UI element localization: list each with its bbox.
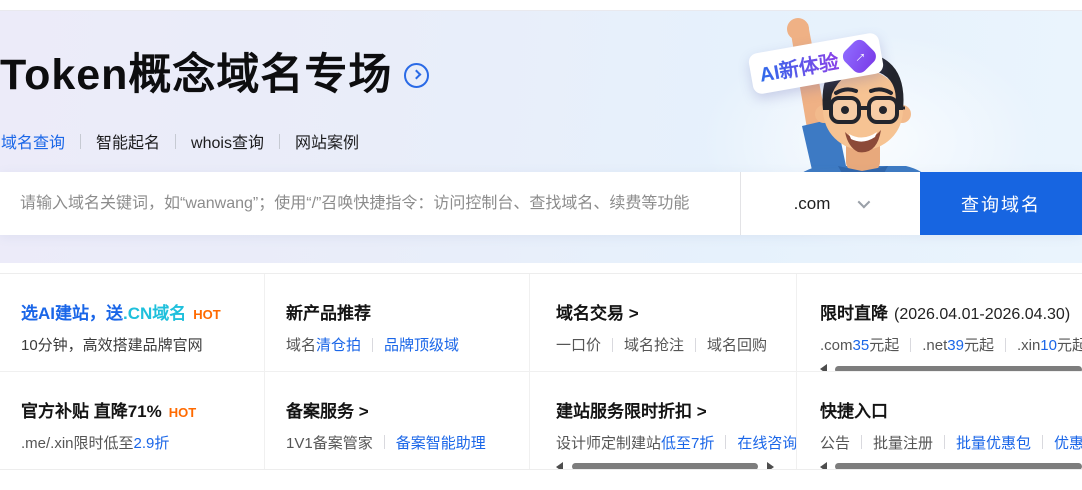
link-fixed-price[interactable]: 一口价 [556, 334, 601, 355]
separator [1042, 435, 1044, 449]
subsidy-discount[interactable]: 2.9折 [134, 432, 170, 453]
nav-separator [80, 133, 82, 149]
card-new-products: 新产品推荐 域名 清仓拍 品牌顶级域 [265, 274, 530, 372]
discount-date-range: (2026.04.01-2026.04.30) [894, 306, 1071, 323]
designer-discount[interactable]: 低至7折 [661, 432, 714, 453]
link-online-consult[interactable]: 在线咨询 [737, 432, 796, 453]
card-title-link[interactable]: 备案服务 > [286, 397, 515, 422]
separator [1004, 337, 1006, 352]
card-limited-discount: 限时直降 (2026.04.01-2026.04.30) .com35元起 .ne… [797, 274, 1082, 372]
card-title-link[interactable]: 域名交易 > [556, 299, 782, 324]
page: AI新体验 → Token概念域名专场 域名查询 智能起名 whois查询 网站… [0, 0, 1082, 490]
card-title: 新产品推荐 [286, 304, 371, 323]
nav-domain-search[interactable]: 域名查询 [1, 129, 65, 153]
nav-separator [175, 133, 177, 149]
link-brand-tld[interactable]: 品牌顶级域 [384, 334, 459, 355]
card-title: 限时直降 (2026.04.01-2026.04.30) [820, 304, 1071, 323]
link-icp-ai-assistant[interactable]: 备案智能助理 [396, 432, 486, 453]
card-subtitle: 10分钟，高效搭建品牌官网 [21, 337, 203, 354]
link-buyback[interactable]: 域名回购 [707, 334, 767, 355]
card-official-subsidy: 官方补贴 直降71% HOT .me/.xin限时低至 2.9折 [0, 371, 265, 469]
hot-badge: HOT [193, 307, 221, 322]
card-title: 官方补贴 直降71% HOT [21, 401, 197, 421]
page-title: Token概念域名专场 [0, 51, 393, 99]
title-row: Token概念域名专场 [0, 50, 430, 102]
subsidy-text: .me/.xin限时低至 [21, 434, 134, 452]
card-title-link[interactable]: 建站服务限时折扣 > [556, 397, 782, 422]
horizontal-scrollbar [820, 364, 1082, 371]
hot-badge: HOT [168, 404, 197, 420]
link-bulk-coupon-pack[interactable]: 批量优惠包 [956, 432, 1031, 453]
header-nav: 域名查询 智能起名 whois查询 网站案例 [1, 129, 359, 153]
scroll-left-arrow-icon[interactable] [556, 461, 563, 469]
horizontal-scrollbar [820, 461, 1082, 469]
price-item-xin[interactable]: .xin10元起 [1017, 334, 1082, 355]
price-item-net[interactable]: .net39元起 [922, 334, 994, 355]
card-icp-service: 备案服务 > 1V1备案管家 备案智能助理 [265, 371, 530, 469]
nav-separator [278, 133, 280, 149]
arrow-up-right-icon: → [839, 36, 879, 76]
scroll-right-arrow-icon[interactable] [767, 461, 774, 469]
price-item-com[interactable]: .com35元起 [820, 334, 899, 355]
domain-search-bar: .com 查询域名 [0, 172, 1082, 235]
nav-smart-naming[interactable]: 智能起名 [96, 129, 160, 153]
circle-arrow-icon[interactable] [404, 63, 430, 89]
separator [372, 337, 374, 352]
link-prefix: 域名 [286, 337, 317, 354]
card-title: 快捷入口 [820, 401, 888, 421]
separator [725, 435, 727, 449]
link-coupon-transfer-in[interactable]: 优惠转入 [1054, 432, 1082, 453]
link-backorder[interactable]: 域名抢注 [624, 334, 684, 355]
domain-search-input[interactable] [0, 172, 740, 235]
scrollbar-thumb[interactable] [835, 463, 1082, 469]
separator [612, 337, 614, 352]
nav-whois[interactable]: whois查询 [191, 129, 264, 153]
link-announcements[interactable]: 公告 [820, 432, 850, 453]
card-domain-trade: 域名交易 > 一口价 域名抢注 域名回购 [530, 274, 797, 372]
link-clearance-auction[interactable]: 清仓拍 [316, 334, 361, 355]
scroll-left-arrow-icon[interactable] [820, 461, 827, 469]
card-ai-site-building: 选AI建站，送.CN域名 HOT 10分钟，高效搭建品牌官网 [0, 274, 265, 372]
tld-select[interactable]: .com [740, 172, 920, 235]
horizontal-scrollbar [556, 461, 782, 469]
promo-card-grid: 选AI建站，送.CN域名 HOT 10分钟，高效搭建品牌官网 新产品推荐 域名 清仓… [0, 273, 1082, 470]
search-domain-button[interactable]: 查询域名 [920, 172, 1082, 235]
separator [861, 435, 863, 449]
separator [910, 337, 912, 352]
tld-selected-value: .com [793, 193, 831, 213]
link-icp-butler[interactable]: 1V1备案管家 [286, 432, 373, 453]
card-site-building-discount: 建站服务限时折扣 > 设计师定制建站 低至7折 在线咨询 [530, 371, 797, 469]
ai-experience-label: AI新体验 [757, 45, 841, 87]
chevron-down-icon [857, 195, 871, 209]
scroll-left-arrow-icon[interactable] [820, 364, 827, 371]
separator [383, 435, 385, 449]
separator [695, 337, 697, 352]
card-quick-entry: 快捷入口 公告 批量注册 批量优惠包 优惠转入 [797, 372, 1082, 469]
card-title[interactable]: 选AI建站，送.CN域名 HOT [21, 299, 250, 324]
scrollbar-thumb[interactable] [572, 463, 758, 469]
nav-website-cases[interactable]: 网站案例 [295, 129, 359, 153]
designer-text: 设计师定制建站 [556, 434, 662, 452]
separator [944, 435, 946, 449]
link-bulk-register[interactable]: 批量注册 [873, 432, 933, 453]
